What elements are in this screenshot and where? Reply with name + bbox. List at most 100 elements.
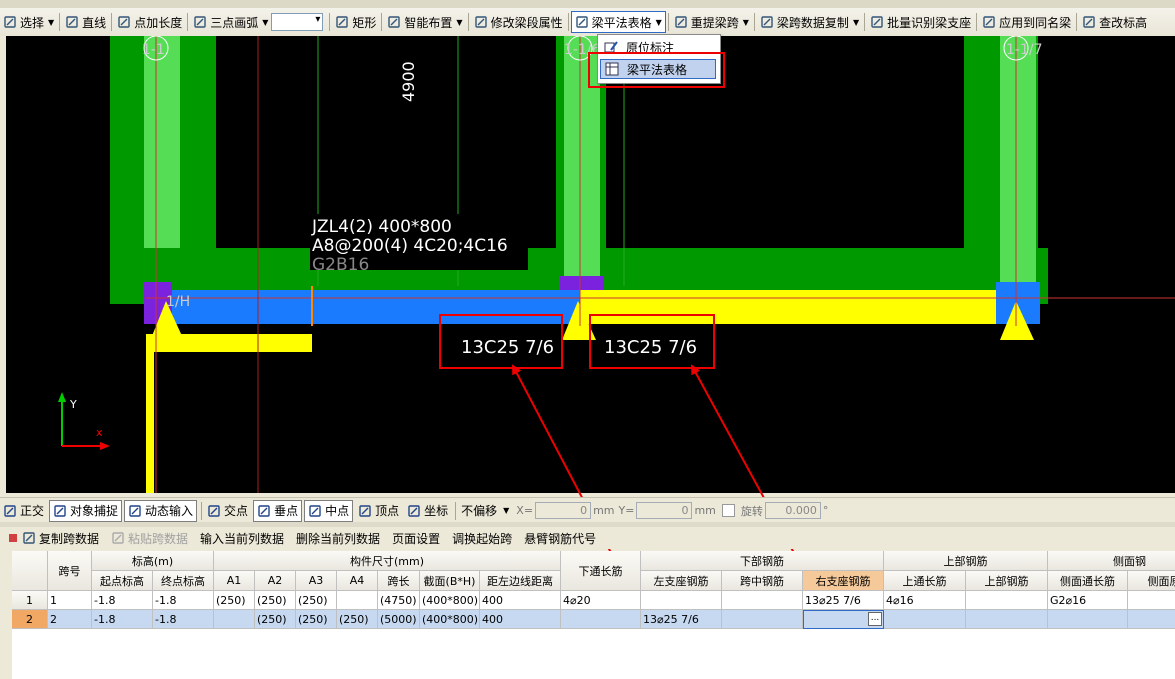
grid-cell-a1[interactable] <box>214 610 255 629</box>
grid-cell-right_sup[interactable]: ... <box>803 610 884 629</box>
table-action-0[interactable]: 复制跨数据 <box>22 530 99 547</box>
x-input[interactable]: 0 <box>535 502 592 519</box>
snap-toggle-1[interactable]: 对象捕捉 <box>49 499 123 522</box>
grid-header-col-12[interactable]: 上通长筋 <box>884 571 966 591</box>
toolbar-button-8[interactable]: 重提梁跨 ▼ <box>671 12 752 32</box>
toolbar-button-5[interactable]: 智能布置 ▼ <box>384 12 465 32</box>
beam-label-line2[interactable]: A8@200(4) 4C20;4C16 <box>312 236 508 256</box>
grid-cell-dist[interactable]: 400 <box>480 591 561 610</box>
table-action-2[interactable]: 输入当前列数据 <box>200 530 284 547</box>
grid-cell-len[interactable]: (5000) <box>378 610 420 629</box>
grid-cell-side_through[interactable]: G2⌀16 <box>1048 591 1128 610</box>
pin-icon[interactable] <box>8 533 18 543</box>
toolbar-button-10[interactable]: 批量识别梁支座 <box>867 12 974 32</box>
drawing-canvas[interactable]: 1-1 1-1/6 1-1/7 1/H 4900 JZL4(2) 400*800… <box>6 36 1175 493</box>
toolbar-button-12[interactable]: 查改标高 <box>1079 12 1150 32</box>
grid-cell-end[interactable]: -1.8 <box>153 610 214 629</box>
grid-header-col-8[interactable]: 距左边线距离 <box>480 571 561 591</box>
grid-cell-top_through[interactable] <box>884 610 966 629</box>
grid-cell-start[interactable]: -1.8 <box>92 610 153 629</box>
grid-header-col-15[interactable]: 侧面原位 <box>1128 571 1175 591</box>
grid-header-col-3[interactable]: A2 <box>255 571 296 591</box>
toolbar-button-1[interactable]: 直线 <box>62 12 109 32</box>
grid-header-col-7[interactable]: 截面(B*H) <box>420 571 480 591</box>
rotate-checkbox[interactable] <box>721 504 735 517</box>
grid-row-number[interactable]: 2 <box>12 610 48 629</box>
grid-cell-sec[interactable]: (400*800) <box>420 610 480 629</box>
chevron-down-icon[interactable]: ▼ <box>48 18 54 27</box>
toolbar-button-4[interactable]: 矩形 <box>332 12 379 32</box>
grid-cell-a3[interactable]: (250) <box>296 610 337 629</box>
beam-label-line3[interactable]: G2B16 <box>312 255 369 275</box>
grid-cell-side_through[interactable] <box>1048 610 1128 629</box>
toolbar-button-2[interactable]: 点加长度 <box>114 12 185 32</box>
table-action-1[interactable]: 粘贴跨数据 <box>111 530 188 547</box>
toolbar-button-9[interactable]: 梁跨数据复制 ▼ <box>757 12 862 32</box>
grid-cell-right_sup[interactable]: 13⌀25 7/6 <box>803 591 884 610</box>
grid-cell-start[interactable]: -1.8 <box>92 591 153 610</box>
grid-cell-span[interactable]: 2 <box>48 610 92 629</box>
grid-cell-left_sup[interactable]: 13⌀25 7/6 <box>641 610 722 629</box>
grid-cell-mid[interactable] <box>722 591 803 610</box>
grid-header-col-11[interactable]: 右支座钢筋 <box>803 571 884 591</box>
grid-header-col-4[interactable]: A3 <box>296 571 337 591</box>
chevron-down-icon[interactable]: ▼ <box>262 18 268 27</box>
toolbar-button-6[interactable]: 修改梁段属性 <box>471 12 566 32</box>
grid-cell-dist[interactable]: 400 <box>480 610 561 629</box>
toolbar-button-11[interactable]: 应用到同名梁 <box>979 12 1074 32</box>
drawing-svg[interactable]: 1-1 1-1/6 1-1/7 1/H 4900 JZL4(2) 400*800… <box>6 36 1175 493</box>
grid-cell-bottom_through[interactable] <box>561 610 641 629</box>
grid-cell-a2[interactable]: (250) <box>255 591 296 610</box>
grid-header-col-9[interactable]: 左支座钢筋 <box>641 571 722 591</box>
beam-label-line1[interactable]: JZL4(2) 400*800 <box>311 217 452 237</box>
grid-header-col-14[interactable]: 侧面通长筋 <box>1048 571 1128 591</box>
grid-header-col-2[interactable]: A1 <box>214 571 255 591</box>
table-action-4[interactable]: 页面设置 <box>392 530 440 547</box>
grid-cell-top[interactable] <box>966 610 1048 629</box>
grid-cell-a2[interactable]: (250) <box>255 610 296 629</box>
grid-cell-left_sup[interactable] <box>641 591 722 610</box>
grid-cell-a4[interactable]: (250) <box>337 610 378 629</box>
ellipsis-button[interactable]: ... <box>868 612 882 626</box>
grid-cell-end[interactable]: -1.8 <box>153 591 214 610</box>
grid-cell-bottom_through[interactable]: 4⌀20 <box>561 591 641 610</box>
snap-toggle-6[interactable]: 顶点 <box>355 501 402 521</box>
y-input[interactable]: 0 <box>636 502 693 519</box>
snap-toggle-3[interactable]: 交点 <box>204 501 251 521</box>
grid-cell-side[interactable] <box>1128 610 1175 629</box>
snap-toggle-4[interactable]: 垂点 <box>253 499 303 522</box>
snap-toggle-7[interactable]: 坐标 <box>404 501 451 521</box>
grid-cell-top_through[interactable]: 4⌀16 <box>884 591 966 610</box>
layer-combo[interactable] <box>271 13 324 31</box>
toolbar-button-3[interactable]: 三点画弧 ▼ <box>190 12 271 32</box>
chevron-down-icon[interactable]: ▼ <box>456 18 462 27</box>
grid-cell-side[interactable] <box>1128 591 1175 610</box>
grid-header-col-13[interactable]: 上部钢筋 <box>966 571 1048 591</box>
grid-row-number[interactable]: 1 <box>12 591 48 610</box>
chevron-down-icon[interactable]: ▼ <box>656 18 662 27</box>
chevron-down-icon[interactable]: ▼ <box>853 18 859 27</box>
chevron-down-icon[interactable]: ▼ <box>743 18 749 27</box>
grid-cell-a4[interactable] <box>337 591 378 610</box>
table-action-3[interactable]: 删除当前列数据 <box>296 530 380 547</box>
grid-header-col-6[interactable]: 跨长 <box>378 571 420 591</box>
grid-header-col-0[interactable]: 起点标高 <box>92 571 153 591</box>
snap-toggle-0[interactable]: 正交 <box>0 501 47 521</box>
grid-cell-top[interactable] <box>966 591 1048 610</box>
grid-cell-len[interactable]: (4750) <box>378 591 420 610</box>
snap-toggle-2[interactable]: 动态输入 <box>124 499 198 522</box>
grid-cell-a3[interactable]: (250) <box>296 591 337 610</box>
toolbar-button-0[interactable]: 选择 ▼ <box>0 12 57 32</box>
toolbar-button-7[interactable]: 梁平法表格 ▼ <box>570 11 666 33</box>
table-action-5[interactable]: 调换起始跨 <box>452 530 512 547</box>
snap-toggle-5[interactable]: 中点 <box>304 499 354 522</box>
table-action-6[interactable]: 悬臂钢筋代号 <box>524 530 596 547</box>
rotate-input[interactable]: 0.000 <box>764 502 821 519</box>
grid-header-col-5[interactable]: A4 <box>337 571 378 591</box>
grid-cell-mid[interactable] <box>722 610 803 629</box>
offset-select[interactable]: 不偏移 ▼ <box>458 501 512 521</box>
grid-header-col-10[interactable]: 跨中钢筋 <box>722 571 803 591</box>
grid-cell-a1[interactable]: (250) <box>214 591 255 610</box>
grid-cell-sec[interactable]: (400*800) <box>420 591 480 610</box>
grid-header-col-1[interactable]: 终点标高 <box>153 571 214 591</box>
